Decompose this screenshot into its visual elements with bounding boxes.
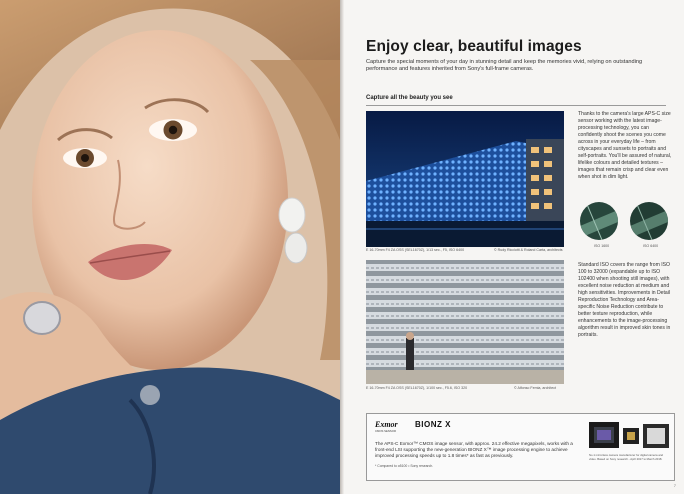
sensor-info-box: Exmor CMOS SENSOR BIONZ X The APS-C Exmo… xyxy=(366,413,675,481)
sensor-description: The APS-C Exmor™ CMOS image sensor, with… xyxy=(375,441,573,459)
photo1-credit: © Rudy Ricciotti & Roland Carta, archite… xyxy=(494,248,563,252)
exmor-logo-sub: CMOS SENSOR xyxy=(375,429,396,433)
sensor-footnote: * Compared to α5100 • Sony research. xyxy=(375,464,434,468)
chip-caption: No.1 mirrorless camera manufacturer for … xyxy=(589,453,663,461)
iso-label-low: ISO 1600 xyxy=(594,244,610,248)
iso-sample-high xyxy=(630,202,668,240)
iso-sample-low xyxy=(580,202,618,240)
iso-label-high: ISO 6400 xyxy=(643,244,659,248)
bionz-logo: BIONZ X xyxy=(415,420,451,429)
lettered-facade-photo xyxy=(366,260,564,384)
body-paragraph-1: Thanks to the camera's large APS-C size … xyxy=(578,111,672,180)
brochure-spread: Enjoy clear, beautiful images Capture th… xyxy=(0,0,684,494)
page-title: Enjoy clear, beautiful images xyxy=(366,38,582,55)
exmor-logo: Exmor xyxy=(375,420,398,429)
body-paragraph-2: Standard ISO covers the range from ISO 1… xyxy=(578,262,671,338)
night-building-photo xyxy=(366,111,564,247)
portrait-illustration xyxy=(0,0,340,494)
sensor-chip-images xyxy=(589,420,669,450)
right-page: Enjoy clear, beautiful images Capture th… xyxy=(344,0,684,494)
page-number: 7 xyxy=(673,483,676,488)
page-intro: Capture the special moments of your day … xyxy=(366,59,643,73)
photo2-credit: © Alfonso Femia, architect xyxy=(514,386,556,390)
portrait-photo xyxy=(0,0,340,494)
photo1-caption: E 16-70mm F4 ZA OSS (SEL1670Z), 1/13 sec… xyxy=(366,248,465,252)
section-heading: Capture all the beauty you see xyxy=(366,95,666,106)
photo2-caption: E 16-70mm F4 ZA OSS (SEL1670Z), 1/100 se… xyxy=(366,386,468,390)
